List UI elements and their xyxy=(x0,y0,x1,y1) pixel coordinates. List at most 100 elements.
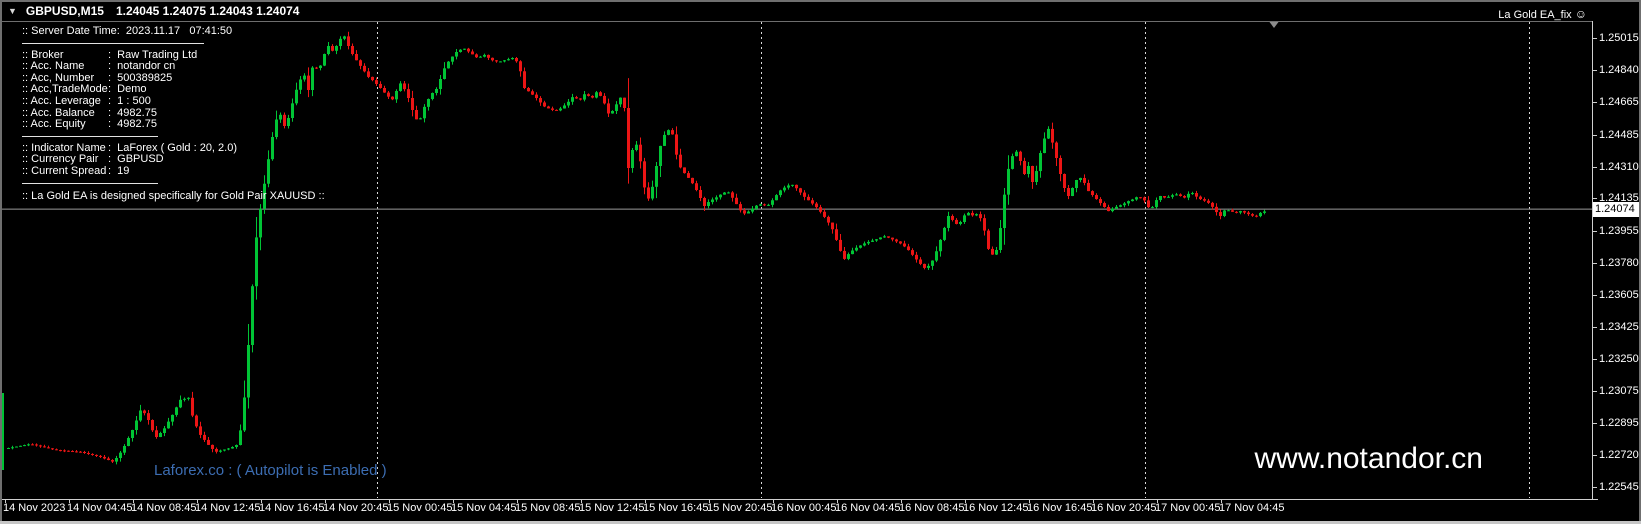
info-row: :: Current Spread: 19 xyxy=(22,164,325,178)
candle-body xyxy=(975,214,978,216)
candle-body xyxy=(1027,166,1030,174)
info-row-value: : GBPUSD xyxy=(108,153,164,166)
candle-body xyxy=(707,202,710,206)
candle-body xyxy=(331,46,334,51)
symbol-dropdown-icon[interactable]: ▼ xyxy=(8,6,17,16)
candle-body xyxy=(375,80,378,84)
panel-separator xyxy=(22,42,204,44)
candle-body xyxy=(919,259,922,264)
candle-body xyxy=(959,222,962,224)
info-row: :: Acc. Equity: 4982.75 xyxy=(22,118,325,131)
candle-body xyxy=(411,98,414,110)
candle-body xyxy=(1223,210,1226,216)
candle-body xyxy=(1235,211,1238,213)
candle-body xyxy=(659,145,662,166)
candle-body xyxy=(839,239,842,251)
candle-body xyxy=(791,184,794,186)
info-row-value: : 19 xyxy=(108,164,130,177)
current-price-box: 1.24074 xyxy=(1593,202,1641,217)
candle-body xyxy=(487,54,490,58)
candle-body xyxy=(183,398,186,400)
candle-body xyxy=(231,447,234,449)
candle-body xyxy=(1259,212,1262,217)
candle-body xyxy=(1007,168,1010,195)
candle-body xyxy=(1171,195,1174,197)
candle-body xyxy=(523,71,526,88)
candle-body xyxy=(155,430,158,437)
candle-body xyxy=(559,108,562,111)
candle-body xyxy=(187,397,190,399)
candle-body xyxy=(651,186,654,199)
candle-body xyxy=(475,54,478,58)
candle-body xyxy=(795,184,798,189)
candle-body xyxy=(87,452,90,454)
candle-body xyxy=(1043,138,1046,154)
candle-body xyxy=(1139,197,1142,199)
candle-body xyxy=(455,52,458,57)
candle-body xyxy=(151,420,154,431)
candle-body xyxy=(679,154,682,168)
candle-body xyxy=(1079,177,1082,180)
candle-body xyxy=(835,229,838,240)
candle-body xyxy=(1251,214,1254,216)
candle-body xyxy=(635,144,638,150)
candle-body xyxy=(447,61,450,69)
candle-body xyxy=(799,188,802,193)
candle-body xyxy=(803,192,806,197)
candle-body xyxy=(1163,196,1166,198)
candle-body xyxy=(99,455,102,457)
candle-body xyxy=(915,254,918,260)
candle-body xyxy=(1143,197,1146,201)
candle-body xyxy=(555,109,558,111)
candle-body xyxy=(551,108,554,110)
info-row: :: Server Date Time: 2023.11.17 07:41:50 xyxy=(22,25,325,38)
candle-body xyxy=(179,399,182,408)
candle-body xyxy=(647,187,650,199)
candle-body xyxy=(1187,193,1190,198)
candle-body xyxy=(515,58,518,62)
candle-body xyxy=(967,212,970,216)
candle-body xyxy=(1059,158,1062,174)
candle-body xyxy=(1127,201,1130,204)
candle-body xyxy=(703,198,706,206)
candle-body xyxy=(343,36,346,39)
candle-body xyxy=(655,166,658,187)
candle-body xyxy=(819,207,822,212)
candle-body xyxy=(539,98,542,103)
candle-body xyxy=(639,144,642,162)
candle-body xyxy=(507,59,510,61)
candle-body xyxy=(23,445,26,447)
candle-body xyxy=(1015,151,1018,157)
candle-body xyxy=(1239,211,1242,213)
candle-body xyxy=(195,415,198,427)
title-ohlc-values: 1.24045 1.24075 1.24043 1.24074 xyxy=(115,4,300,18)
candle-body xyxy=(1227,210,1230,212)
candle-body xyxy=(783,187,786,191)
candle-body xyxy=(671,130,674,135)
candle-body xyxy=(643,161,646,188)
candle-body xyxy=(611,111,614,114)
candle-body xyxy=(535,94,538,99)
candle-body xyxy=(1123,203,1126,206)
candle-body xyxy=(567,101,570,106)
candle-body xyxy=(67,450,70,452)
candle-body xyxy=(1075,180,1078,188)
candle-body xyxy=(847,254,850,259)
candle-body xyxy=(1151,207,1154,209)
candle-body xyxy=(55,449,58,451)
candle-body xyxy=(575,97,578,99)
candle-body xyxy=(19,445,22,447)
candle-body xyxy=(1263,211,1266,213)
candle-body xyxy=(695,183,698,190)
candle-body xyxy=(7,448,10,449)
candle-body xyxy=(583,94,586,100)
candle-body xyxy=(779,190,782,196)
chart-shift-marker-icon[interactable] xyxy=(1269,22,1279,28)
candle-body xyxy=(587,94,590,96)
candle-body xyxy=(787,185,790,188)
candle-body xyxy=(947,216,950,228)
candle-body xyxy=(503,60,506,62)
chart-title-bar: ▼ GBPUSD,M15 1.24045 1.24075 1.24043 1.240… xyxy=(8,4,299,18)
candle-body xyxy=(1243,211,1246,213)
candle-body xyxy=(955,219,958,224)
